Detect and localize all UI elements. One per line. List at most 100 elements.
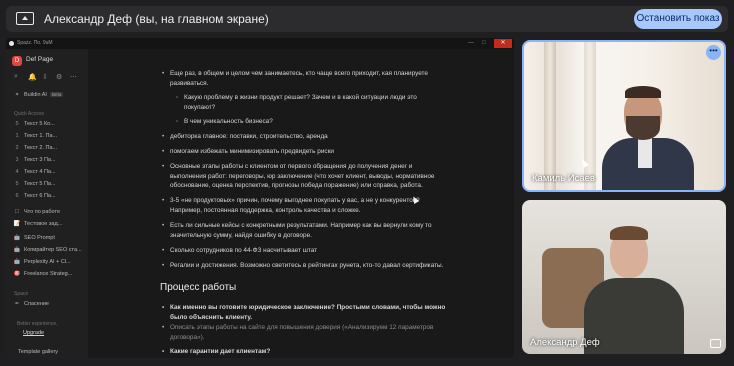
maximize-button[interactable]: □ bbox=[482, 40, 486, 46]
close-window-button[interactable]: ✕ bbox=[494, 39, 512, 48]
number-icon: 4 bbox=[15, 169, 19, 175]
sidebar-item-page[interactable]: 🎯 Freelance Strateg... bbox=[13, 271, 73, 281]
sidebar-item-space[interactable]: ✒ Спасение bbox=[13, 301, 49, 311]
sidebar-item-page[interactable]: 5 Текст 5 Ко... bbox=[13, 121, 55, 131]
template-gallery-link[interactable]: Template gallery bbox=[18, 349, 58, 358]
sidebar-item-page[interactable]: 🤖 Копирайтер SEO ста... bbox=[13, 247, 82, 257]
shared-window-title: Spazz. По. 9uM bbox=[17, 40, 53, 46]
sidebar-item-label: Текст 4 Па... bbox=[24, 169, 56, 175]
hint-text: Описать этапы работы на сайте для повыше… bbox=[162, 323, 450, 342]
sidebar-item-page[interactable]: ☐ Что по работе bbox=[13, 209, 60, 219]
sidebar-item-label: Текст 5 Ко... bbox=[24, 121, 55, 127]
bullet-text: Какие гарантии дает клиентам? bbox=[162, 347, 450, 357]
person-beard bbox=[626, 116, 660, 140]
person-hair bbox=[610, 226, 648, 240]
more-options-button[interactable]: ••• bbox=[706, 45, 721, 60]
sidebar-item-page[interactable]: 🤖 SEO Prompt bbox=[13, 235, 55, 245]
sidebar-item-page[interactable]: 2 Текст 2. Па... bbox=[13, 145, 57, 155]
sidebar-item-label: Спасение bbox=[24, 301, 49, 307]
more-icon[interactable]: ⋯ bbox=[70, 73, 77, 81]
bullet-text: 3-5 «не продуктовых» причин, почему выго… bbox=[162, 196, 450, 215]
notes-sidebar: D Def Page ⌕ 🔔 ⇩ ⚙ ⋯ ✦ Buildin AI Beta Qui… bbox=[6, 49, 88, 358]
sidebar-item-page[interactable]: 3 Текст 3 Па... bbox=[13, 157, 56, 167]
sidebar-item-page[interactable]: 🤖 Perplexity AI + Cl... bbox=[13, 259, 71, 269]
minimize-button[interactable]: — bbox=[468, 40, 474, 46]
number-icon: 5 bbox=[15, 121, 19, 127]
target-icon: 🎯 bbox=[13, 271, 21, 277]
workspace-name: Def Page bbox=[26, 56, 54, 63]
curtain-background bbox=[544, 42, 556, 190]
sidebar-item-page[interactable]: 5 Текст 5 Па... bbox=[13, 181, 56, 191]
participant-video bbox=[542, 220, 692, 354]
sidebar-item-label: Что по работе bbox=[24, 209, 60, 215]
sub-bullet-text: В чем уникальность бизнеса? bbox=[176, 117, 444, 127]
bullet-text: помогаем избежать минимизировать предвид… bbox=[162, 147, 450, 157]
sidebar-item-label: Buildin AI bbox=[24, 92, 47, 98]
quick-access-label: Quick Access bbox=[14, 111, 45, 117]
document-content: Еще раз, в общем и целом чем занимаетесь… bbox=[156, 49, 456, 358]
person-hair bbox=[625, 86, 661, 98]
app-icon bbox=[9, 41, 14, 46]
robot-icon: 🤖 bbox=[13, 247, 21, 253]
download-icon[interactable]: ⇩ bbox=[42, 73, 48, 81]
person-shirt bbox=[638, 138, 652, 168]
bell-icon[interactable]: 🔔 bbox=[28, 73, 37, 81]
section-heading: Процесс работы bbox=[160, 282, 237, 293]
participant-tile[interactable]: ••• Камиль Исаев bbox=[522, 40, 726, 192]
bullet-text: Основные этапы работы с клиентом от перв… bbox=[162, 162, 450, 191]
workspace-logo: D bbox=[12, 56, 22, 66]
shared-screen: Spazz. По. 9uM — □ ✕ D Def Page ⌕ 🔔 ⇩ ⚙ … bbox=[6, 38, 514, 358]
upgrade-link[interactable]: Upgrade bbox=[23, 330, 44, 340]
upgrade-hint: Better experience, bbox=[17, 321, 58, 327]
number-icon: 5 bbox=[15, 181, 19, 187]
sidebar-toolbar: ⌕ 🔔 ⇩ ⚙ ⋯ bbox=[14, 73, 84, 83]
participant-tile[interactable]: Александр Деф bbox=[522, 200, 726, 354]
number-icon: 3 bbox=[15, 157, 19, 163]
pin-icon[interactable] bbox=[710, 339, 721, 348]
sidebar-item-label: Копирайтер SEO ста... bbox=[24, 247, 82, 253]
sub-bullet-text: Какую проблему в жизни продукт решает? З… bbox=[176, 93, 444, 112]
sidebar-item-buildin-ai[interactable]: ✦ Buildin AI Beta bbox=[13, 92, 64, 102]
robot-icon: 🤖 bbox=[13, 259, 21, 265]
sidebar-item-label: Текст 5 Па... bbox=[24, 181, 56, 187]
sidebar-item-page[interactable]: 6 Текст 6 Па... bbox=[13, 193, 56, 203]
sidebar-item-page[interactable]: 📝 Тестовое зад... bbox=[13, 221, 63, 231]
bullet-text: Сколько сотрудников по 44-ФЗ насчитывает… bbox=[162, 246, 450, 256]
space-label: Space bbox=[14, 291, 29, 297]
presenting-title: Александр Деф (вы, на главном экране) bbox=[44, 12, 269, 26]
settings-icon[interactable]: ⚙ bbox=[56, 73, 62, 81]
pen-icon: ✒ bbox=[14, 301, 20, 307]
checkbox-icon: ☐ bbox=[14, 209, 20, 215]
presenting-banner: Александр Деф (вы, на главном экране) Ос… bbox=[6, 6, 728, 32]
sidebar-item-label: Freelance Strateg... bbox=[24, 271, 73, 277]
sidebar-item-label: Текст 1. Па... bbox=[24, 133, 58, 139]
sidebar-item-page[interactable]: 4 Текст 4 Па... bbox=[13, 169, 56, 179]
bullet-text: Еще раз, в общем и целом чем занимаетесь… bbox=[162, 69, 450, 88]
bullet-text: Как именно вы готовите юридическое заклю… bbox=[162, 303, 450, 322]
stop-presenting-button[interactable]: Остановить показ bbox=[634, 9, 722, 29]
search-icon[interactable]: ⌕ bbox=[14, 73, 18, 81]
shared-window-titlebar: Spazz. По. 9uM — □ ✕ bbox=[6, 38, 514, 49]
number-icon: 6 bbox=[15, 193, 19, 199]
beta-badge: Beta bbox=[49, 92, 64, 97]
participant-name: Александр Деф bbox=[530, 337, 600, 348]
participant-video bbox=[602, 82, 694, 190]
sidebar-item-label: Текст 2. Па... bbox=[24, 145, 58, 151]
bullet-text: Есть ли сильные кейсы с конкретными резу… bbox=[162, 221, 450, 240]
sidebar-item-label: Perplexity AI + Cl... bbox=[24, 259, 71, 265]
meet-screen: Александр Деф (вы, на главном экране) Ос… bbox=[0, 0, 734, 366]
sparkle-icon: ✦ bbox=[14, 92, 20, 98]
number-icon: 2 bbox=[15, 145, 19, 151]
sidebar-item-label: Текст 6 Па... bbox=[24, 193, 56, 199]
bullet-text: Регалии и достижения. Возможно светитесь… bbox=[162, 261, 450, 271]
sidebar-item-label: Текст 3 Па... bbox=[24, 157, 56, 163]
sidebar-item-page[interactable]: 1 Текст 1. Па... bbox=[13, 133, 57, 143]
participant-name: Камиль Исаев bbox=[532, 173, 595, 184]
number-icon: 1 bbox=[15, 133, 19, 139]
bullet-text: дебиторка главное: поставки, строительст… bbox=[162, 132, 450, 142]
sidebar-item-label: Тестовое зад... bbox=[24, 221, 63, 227]
robot-icon: 🤖 bbox=[13, 235, 21, 241]
sidebar-item-label: SEO Prompt bbox=[24, 235, 55, 241]
memo-icon: 📝 bbox=[13, 221, 21, 227]
curtain-background bbox=[584, 42, 596, 190]
